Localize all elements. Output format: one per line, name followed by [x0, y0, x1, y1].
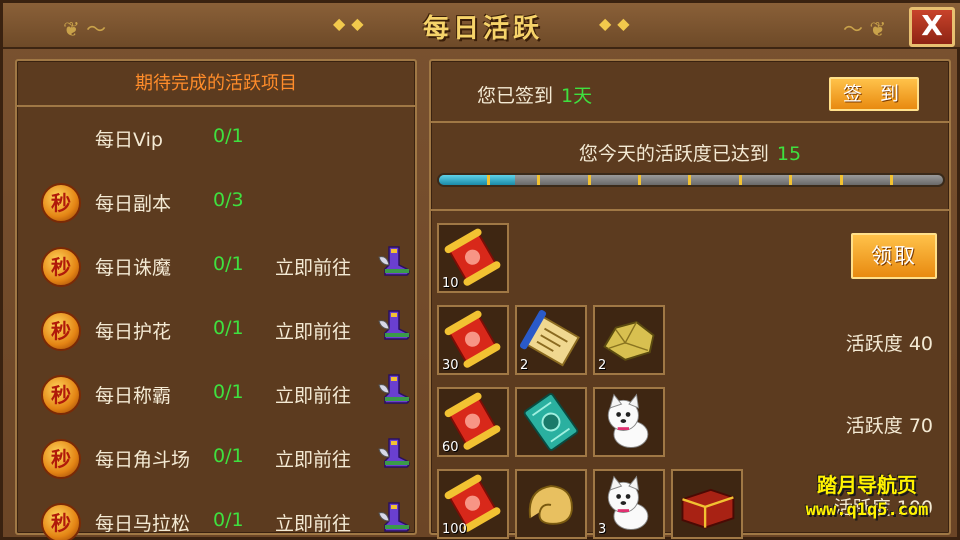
watermark-url: www.q1q5.com: [805, 500, 929, 520]
task-name: 每日护花: [95, 321, 172, 343]
progress-tick: [688, 175, 692, 185]
diamond-ornament-icon: ◆◆: [599, 14, 636, 33]
reward-tier: 30 2 2 活跃度 40: [431, 301, 949, 381]
green-scroll-icon: [517, 389, 585, 459]
task-progress: 0/1: [213, 509, 244, 531]
dialog-frame: ❦ ～ ◆◆ 每日活跃 ◆◆ ～ ❦ X 期待完成的活跃项目 每日Vip 0/1 秒…: [0, 0, 960, 540]
reward-requirement: 活跃度 40: [845, 333, 933, 355]
reward-item-slot[interactable]: [515, 469, 587, 539]
task-row: 秒每日角斗场 0/1 立即前往: [17, 427, 415, 487]
diamond-ornament-icon: ◆◆: [333, 14, 370, 33]
reward-tier: 60 活跃度 70: [431, 383, 949, 463]
sign-in-days: 1天: [561, 85, 593, 107]
go-now-link[interactable]: 立即前往: [275, 317, 351, 344]
task-name: 每日角斗场: [95, 449, 191, 471]
white-puppy-icon: [595, 389, 663, 459]
sign-in-status: 您已签到 1天: [477, 81, 592, 108]
task-progress: 0/1: [213, 253, 244, 275]
task-row: 每日Vip 0/1: [17, 107, 415, 167]
task-row: 秒每日马拉松 0/1 立即前往: [17, 491, 415, 540]
progress-tick: [789, 175, 793, 185]
go-now-link[interactable]: 立即前往: [275, 381, 351, 408]
task-row: 秒每日护花 0/1 立即前往: [17, 299, 415, 359]
progress-tick: [839, 175, 843, 185]
progress-tick: [486, 175, 490, 185]
sign-in-label: 您已签到: [477, 85, 554, 107]
task-row: 秒每日诛魔 0/1 立即前往: [17, 235, 415, 295]
winged-boot-icon[interactable]: [375, 243, 415, 283]
go-now-link[interactable]: 立即前往: [275, 445, 351, 472]
task-progress: 0/1: [213, 381, 244, 403]
item-count: 2: [598, 358, 607, 373]
reward-item-slot[interactable]: 2: [515, 305, 587, 375]
reward-item-slot[interactable]: 30: [437, 305, 509, 375]
task-name: 每日马拉松: [95, 513, 191, 535]
item-count: 60: [442, 440, 459, 455]
watermark-title: 踏月导航页: [817, 473, 917, 497]
item-count: 3: [598, 522, 607, 537]
winged-boot-icon[interactable]: [375, 499, 415, 539]
gold-shell-icon: [517, 471, 585, 540]
winged-boot-icon[interactable]: [375, 435, 415, 475]
claim-button[interactable]: 领取: [851, 233, 937, 279]
reward-tier: 10 领取: [431, 219, 949, 299]
reward-item-slot[interactable]: 3: [593, 469, 665, 539]
activity-progress-bar: [437, 173, 945, 187]
reward-item-slot[interactable]: 100: [437, 469, 509, 539]
instant-complete-badge[interactable]: 秒: [41, 183, 81, 223]
watermark: 踏月导航页 www.q1q5.com: [779, 469, 955, 520]
instant-complete-badge[interactable]: 秒: [41, 375, 81, 415]
activity-progress-fill: [439, 175, 515, 185]
task-progress: 0/3: [213, 189, 244, 211]
item-count: 2: [520, 358, 529, 373]
task-name: 每日称霸: [95, 385, 172, 407]
instant-complete-badge[interactable]: 秒: [41, 247, 81, 287]
progress-tick: [537, 175, 541, 185]
task-progress: 0/1: [213, 445, 244, 467]
reward-item-slot[interactable]: 10: [437, 223, 509, 293]
reward-item-slot[interactable]: [593, 387, 665, 457]
red-chest-icon: [673, 471, 741, 540]
progress-tick: [587, 175, 591, 185]
item-count: 10: [442, 276, 459, 291]
go-now-link[interactable]: 立即前往: [275, 509, 351, 536]
activity-value: 15: [776, 143, 802, 165]
close-button[interactable]: X: [909, 7, 955, 47]
progress-tick: [638, 175, 642, 185]
sign-in-section: 您已签到 1天 签 到: [431, 61, 949, 123]
instant-complete-badge[interactable]: 秒: [41, 311, 81, 351]
task-row: 秒每日副本 0/3: [17, 171, 415, 231]
reward-item-slot[interactable]: 60: [437, 387, 509, 457]
reward-item-slot[interactable]: [515, 387, 587, 457]
activity-section: 您今天的活跃度已达到 15: [431, 125, 949, 211]
sign-in-button[interactable]: 签 到: [829, 77, 919, 111]
reward-item-slot[interactable]: 2: [593, 305, 665, 375]
reward-item-slot[interactable]: [671, 469, 743, 539]
dialog-title: 每日活跃: [422, 14, 543, 44]
title-bar: ❦ ～ ◆◆ 每日活跃 ◆◆ ～ ❦ X: [3, 3, 960, 49]
swirl-ornament-icon: ～ ❦: [843, 17, 887, 41]
task-row: 秒每日称霸 0/1 立即前往: [17, 363, 415, 423]
item-count: 100: [442, 522, 467, 537]
item-count: 30: [442, 358, 459, 373]
reward-requirement: 活跃度 70: [845, 415, 933, 437]
task-name: 每日副本: [95, 193, 172, 215]
instant-complete-badge[interactable]: 秒: [41, 503, 81, 540]
activity-label: 您今天的活跃度已达到: [578, 143, 769, 165]
reward-panel: 您已签到 1天 签 到 您今天的活跃度已达到 15 10 领取 30 2 2 活跃度 40 60…: [429, 59, 951, 539]
winged-boot-icon[interactable]: [375, 307, 415, 347]
activity-status: 您今天的活跃度已达到 15: [431, 139, 949, 166]
task-panel-header: 期待完成的活跃项目: [17, 61, 415, 107]
winged-boot-icon[interactable]: [375, 371, 415, 411]
task-progress: 0/1: [213, 125, 244, 147]
progress-tick: [738, 175, 742, 185]
swirl-ornament-icon: ❦ ～: [63, 17, 107, 41]
instant-complete-badge[interactable]: 秒: [41, 439, 81, 479]
task-name: 每日诛魔: [95, 257, 172, 279]
task-progress: 0/1: [213, 317, 244, 339]
go-now-link[interactable]: 立即前往: [275, 253, 351, 280]
task-panel: 期待完成的活跃项目 每日Vip 0/1 秒每日副本 0/3 秒每日诛魔 0/1 立即前往秒每…: [15, 59, 417, 540]
task-name: 每日Vip: [95, 129, 163, 151]
progress-tick: [890, 175, 894, 185]
